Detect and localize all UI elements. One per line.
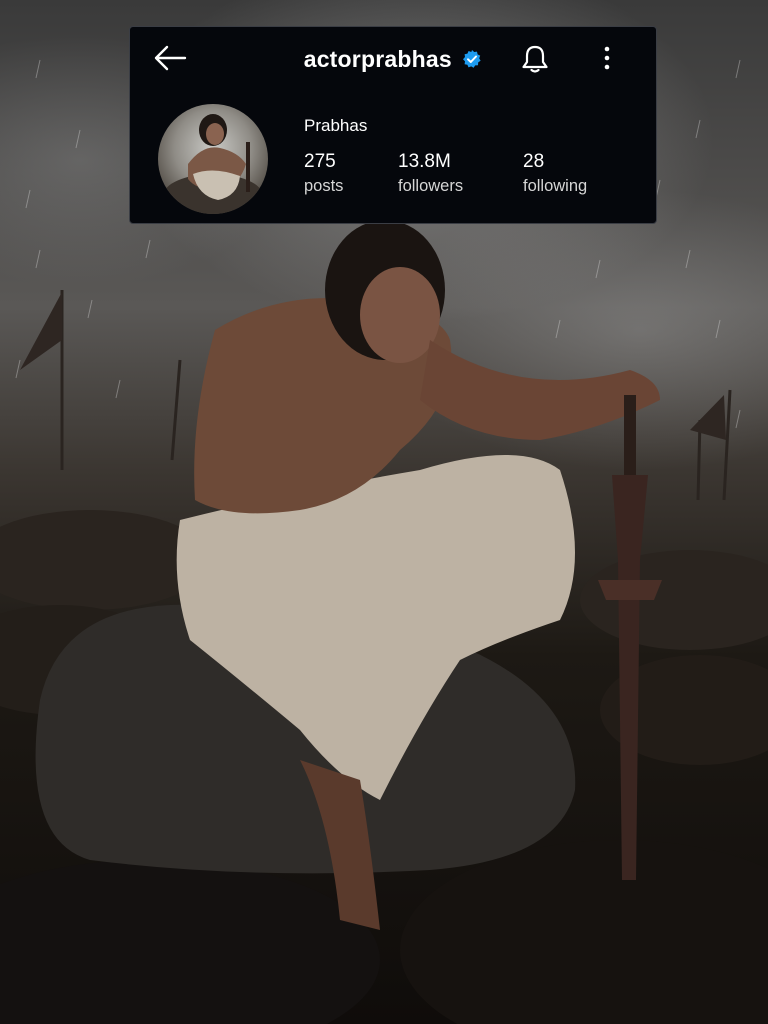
posts-count: 275 (304, 151, 336, 172)
notifications-button[interactable] (518, 43, 552, 75)
profile-header-card: actorprabhas Prabhas 275 posts 13.8M fol… (129, 26, 657, 224)
followers-stat[interactable]: 13.8M followers (398, 151, 463, 199)
username-row: actorprabhas (130, 43, 656, 75)
verified-badge-icon (462, 49, 482, 69)
more-options-button[interactable] (596, 43, 618, 75)
followers-count: 13.8M (398, 151, 451, 172)
figure-face (360, 267, 440, 363)
posts-label: posts (304, 177, 344, 195)
following-count: 28 (523, 151, 545, 172)
followers-label: followers (398, 177, 464, 195)
bell-icon (522, 45, 548, 73)
avatar[interactable] (158, 104, 268, 214)
more-vertical-icon (604, 46, 610, 70)
display-name: Prabhas (304, 116, 368, 135)
following-stat[interactable]: 28 following (523, 151, 587, 199)
avatar-image (163, 114, 263, 214)
posts-stat[interactable]: 275 posts (304, 151, 343, 199)
username: actorprabhas (303, 46, 452, 72)
following-label: following (523, 177, 588, 195)
